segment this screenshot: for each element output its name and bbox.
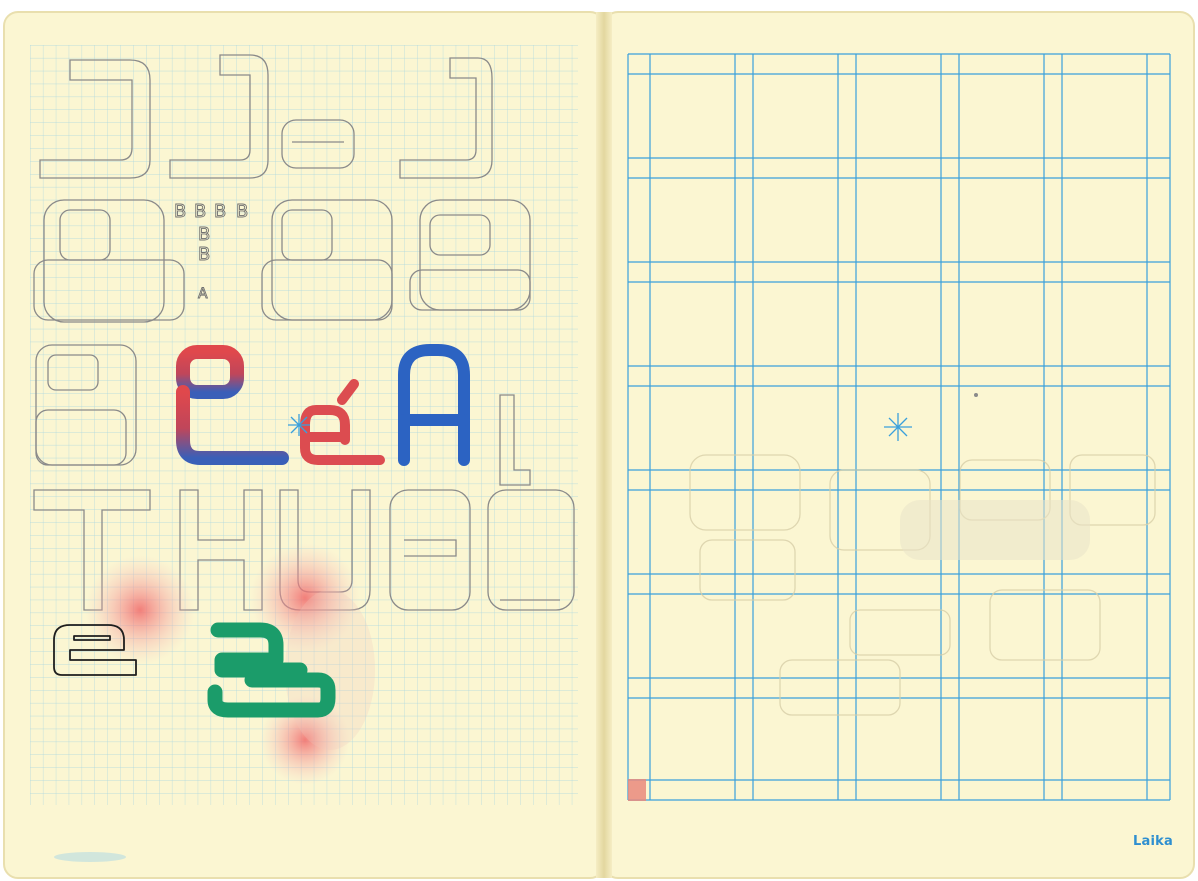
small-b-4: B — [236, 201, 248, 222]
small-b-2: B — [194, 201, 206, 222]
corner-stamp — [628, 779, 646, 801]
small-a-sketch: A — [198, 286, 208, 302]
bleed-through-fill — [900, 500, 1090, 560]
crosshair-icon — [288, 414, 310, 436]
right-page — [603, 11, 1195, 879]
notebook-scene: B B B B B B A — [3, 11, 1195, 879]
small-b-stacked-1: B — [198, 224, 210, 245]
pencil-dot — [974, 393, 978, 397]
small-b-3: B — [214, 201, 226, 222]
spine-fold — [596, 12, 612, 878]
small-b-1: B — [174, 201, 186, 222]
brand-logo: Laika — [1133, 834, 1173, 849]
smudge — [54, 852, 126, 862]
small-b-stacked-2: B — [198, 244, 210, 265]
